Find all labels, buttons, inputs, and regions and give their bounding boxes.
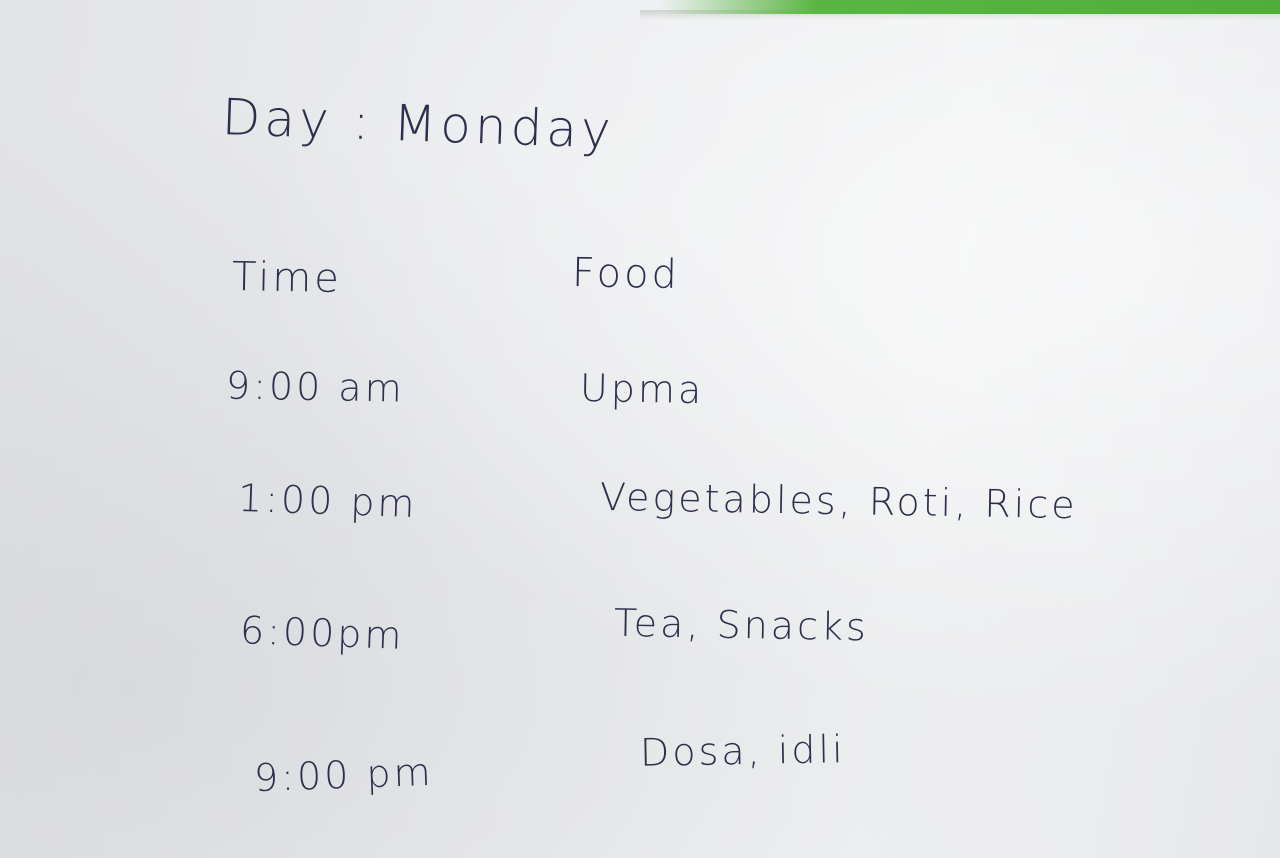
row-3-food: Tea, Snacks — [613, 600, 870, 650]
day-title: Day : Monday — [220, 88, 616, 160]
green-folder-edge — [660, 0, 1280, 14]
food-column-header: Food — [571, 250, 681, 298]
row-2-food: Vegetables, Roti, Rice — [599, 474, 1078, 528]
row-4-food: Dosa, idli — [639, 727, 846, 775]
row-2-time: 1:00 pm — [237, 475, 419, 527]
row-4-time: 9:00 pm — [253, 749, 435, 801]
row-1-time: 9:00 am — [225, 363, 406, 411]
time-column-header: Time — [231, 254, 343, 302]
paper-sheet: Day : Monday Time Food 9:00 am Upma 1:00… — [0, 0, 1280, 858]
row-3-time: 6:00pm — [239, 608, 406, 658]
row-1-food: Upma — [579, 365, 705, 413]
